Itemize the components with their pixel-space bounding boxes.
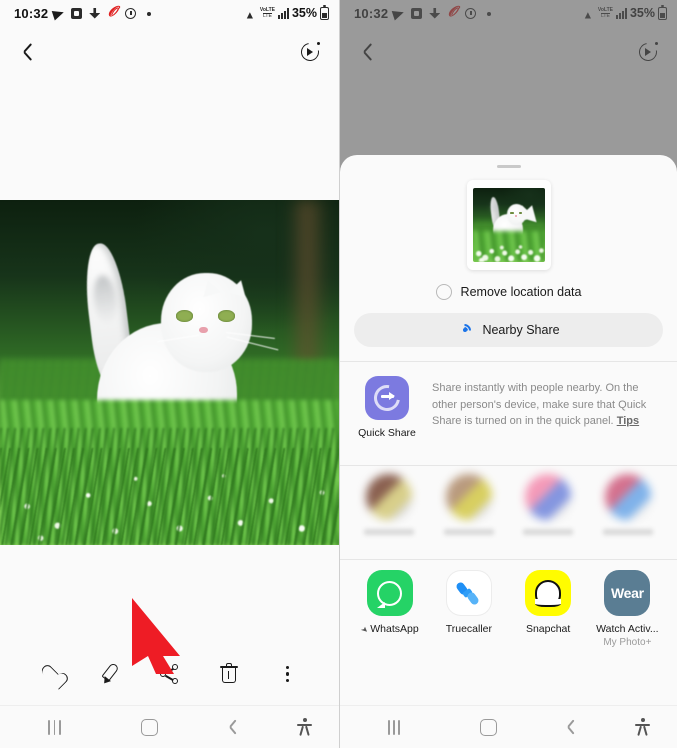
dual-screenshot: 10:32 𝓞 VoLTE LTE 35% Remove location da… [0,0,677,748]
share-target-apps-row: ➤ WhatsApp Truecaller Snapchat Wear Watc… [340,560,677,654]
contact-name-blurred [363,529,414,535]
contact-name-blurred [523,529,574,535]
volte-icon: VoLTELTE [259,6,275,19]
quick-share-description-text: Share instantly with people nearby. On t… [432,382,647,427]
nav-back-button[interactable] [190,718,271,736]
share-thumbnail-card[interactable] [466,180,551,270]
chevron-left-icon[interactable] [18,41,31,63]
share-app-label: Truecaller [445,623,493,635]
wifi-icon [243,8,257,19]
nav-recents-button[interactable] [340,719,448,735]
remove-location-data-row[interactable]: Remove location data [340,284,677,300]
download-icon [89,7,102,20]
trash-icon [219,663,238,684]
contact-suggestion[interactable] [434,474,504,535]
share-app-whatsapp[interactable]: ➤ WhatsApp [350,570,429,648]
photo-viewer-appbar [0,26,339,78]
quick-share-description: Share instantly with people nearby. On t… [432,376,661,439]
contact-suggestion[interactable] [514,474,584,535]
contact-suggestion[interactable] [593,474,663,535]
share-icon [159,664,180,684]
contact-suggestion[interactable] [354,474,424,535]
share-app-watch-activity[interactable]: Wear Watch Activ... My Photo+ [588,570,667,648]
share-app-sublabel: My Photo+ [603,637,652,648]
nav-home-button[interactable] [448,718,528,736]
favorite-button[interactable] [35,657,69,691]
share-app-truecaller[interactable]: Truecaller [429,570,508,648]
share-button[interactable] [153,657,187,691]
truecaller-icon [445,570,492,616]
battery-icon [320,4,329,20]
share-app-label: Snapchat [525,623,571,635]
left-phone-screen: 10:32 𝓞 VoLTE LTE 35% [0,0,339,748]
more-vertical-icon [285,665,290,683]
more-options-button[interactable] [271,657,305,691]
drag-handle[interactable] [496,165,521,168]
avatar [525,474,572,520]
nav-recents-button[interactable] [0,719,109,735]
contact-name-blurred [603,529,654,535]
nav-back-button[interactable] [529,718,609,736]
avatar [445,474,492,520]
avatar [605,474,652,520]
share-app-snapchat[interactable]: Snapchat [509,570,588,648]
snapchat-icon [525,570,572,616]
system-nav-bar [340,705,677,748]
status-bar-right: VoLTE LTE 35% [243,4,329,20]
back-icon [225,718,236,736]
telegram-send-icon [51,7,66,20]
nav-accessibility-button[interactable] [270,718,339,736]
wear-icon: Wear [604,570,651,616]
signal-bars-icon [277,7,289,19]
tips-link[interactable]: Tips [617,415,639,427]
accessibility-icon [634,718,651,736]
share-app-label: Watch Activ... [596,623,659,635]
nearby-share-button[interactable]: Nearby Share [354,313,663,347]
quick-share-app[interactable]: Quick Share [356,376,418,439]
status-clock: 10:32 [14,5,49,21]
accessibility-icon [296,718,313,736]
quick-share-label: Quick Share [358,427,416,439]
opera-icon: 𝓞 [108,4,118,20]
remove-location-data-label: Remove location data [460,285,582,299]
cat-photo [0,200,339,545]
pencil-icon [100,662,121,686]
remove-location-data-checkbox[interactable] [435,284,452,300]
contact-name-blurred [443,529,494,535]
cat-photo-thumbnail [472,188,545,262]
system-nav-bar [0,705,339,748]
home-icon [479,718,497,736]
motion-photo-icon[interactable] [297,39,323,65]
recents-icon [48,719,61,735]
avatar [365,474,412,520]
home-icon [140,718,158,736]
heart-icon [42,666,61,683]
clock-icon [125,7,138,20]
status-bar-left: 10:32 𝓞 [14,4,156,21]
recents-icon [388,719,401,735]
nearby-share-label: Nearby Share [482,323,560,337]
photo-action-toolbar [0,643,339,705]
edit-button[interactable] [94,657,128,691]
quick-share-section: Quick Share Share instantly with people … [340,362,677,451]
right-phone-screen: 10:32 𝓞 VoLTELTE 35% [339,0,677,748]
share-app-label: ➤ WhatsApp [358,623,419,635]
app-notification-icon [71,7,84,20]
whatsapp-icon [366,570,413,616]
nav-home-button[interactable] [109,718,190,736]
quick-share-icon [365,376,409,420]
dot-icon [143,7,156,20]
photo-canvas[interactable] [0,200,339,545]
nearby-share-icon [455,320,475,340]
share-bottom-sheet: Remove location data Nearby Share Quick … [340,155,677,705]
contact-suggestions-row [340,466,677,545]
nav-accessibility-button[interactable] [609,718,677,736]
status-bar: 10:32 𝓞 VoLTE LTE 35% [0,0,339,26]
battery-percent: 35% [291,6,317,20]
delete-button[interactable] [212,657,246,691]
back-icon [563,718,574,736]
pin-icon: ➤ [358,623,370,635]
